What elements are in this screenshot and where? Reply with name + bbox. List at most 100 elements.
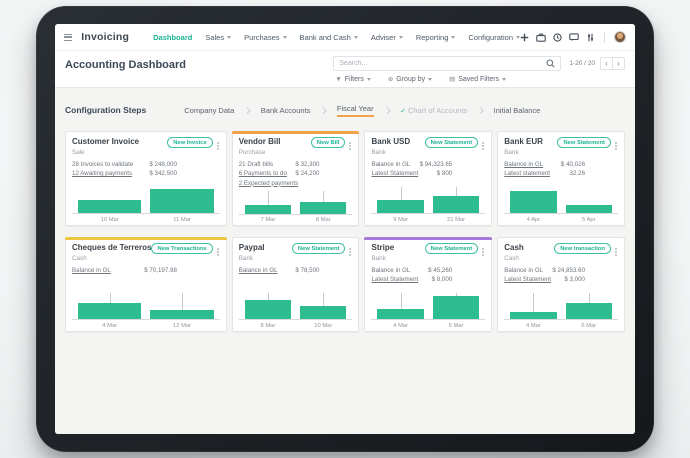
chart-tick-label: 8 Mar <box>300 217 346 223</box>
card-stats: 21 Draft bills$ 32,3006 Payments to do$ … <box>239 160 353 188</box>
kebab-menu-icon[interactable] <box>217 248 219 250</box>
chart-bar[interactable] <box>510 191 556 213</box>
card-stat-row: Balance in GL$ 94,323.65 <box>371 160 485 169</box>
stat-link[interactable]: Balance in GL <box>504 161 543 168</box>
stat-link[interactable]: Balance in GL <box>239 267 278 274</box>
pager-buttons: ‹ › <box>600 57 625 70</box>
filter-filters[interactable]: ▼Filters <box>335 75 371 83</box>
filter-group-by[interactable]: ⊕Group by <box>388 75 432 83</box>
card-subtitle: Purchase <box>239 149 353 156</box>
search-icon[interactable] <box>546 55 555 73</box>
nav-item-reporting[interactable]: Reporting <box>416 33 456 42</box>
config-step-label: Company Data <box>184 106 234 115</box>
card-stats: Balance in GL $ 70,197.98 <box>72 266 220 275</box>
config-step-bank-accounts[interactable]: Bank Accounts <box>261 106 311 115</box>
search-input[interactable] <box>339 60 546 67</box>
bar-slot <box>245 290 291 319</box>
kebab-menu-icon[interactable] <box>615 248 617 250</box>
chart-bar[interactable] <box>433 296 479 319</box>
new-transaction-button[interactable]: New transaction <box>554 243 611 254</box>
app-screen: Invoicing DashboardSalesPurchasesBank an… <box>55 24 635 434</box>
chat-icon[interactable] <box>569 33 579 42</box>
stat-link[interactable]: 12 Awaiting payments <box>72 170 132 177</box>
bar-slot <box>510 184 556 213</box>
kebab-menu-icon[interactable] <box>482 248 484 250</box>
card-stripe: StripeNew StatementBankBalance in GL$ 45… <box>364 237 492 332</box>
filter-saved-filters[interactable]: ▤Saved Filters <box>449 75 506 83</box>
config-step-chart-of-accounts[interactable]: ✓Chart of Accounts <box>400 106 467 115</box>
pager-next-button[interactable]: › <box>612 57 625 70</box>
chart-bar[interactable] <box>300 202 346 214</box>
briefcase-icon[interactable] <box>536 33 546 42</box>
new-bill-button[interactable]: New Bill <box>311 137 346 148</box>
stat-link[interactable]: Balance in GL <box>72 267 111 274</box>
stat-link[interactable]: Latest Statement <box>371 276 418 283</box>
config-step-fiscal-year[interactable]: Fiscal Year <box>337 104 374 117</box>
chart-bar[interactable] <box>78 303 141 319</box>
stat-value: 32.26 <box>570 169 585 178</box>
new-transactions-button[interactable]: New Transactions <box>151 243 212 254</box>
nav-item-dashboard[interactable]: Dashboard <box>153 33 192 42</box>
config-step-label: Bank Accounts <box>261 106 311 115</box>
chart-axis-labels: 9 Mar21 Mar <box>371 214 485 225</box>
card-stats: Balance in GL$ 45,260Latest Statement$ 8… <box>371 266 485 285</box>
card-stat-row: Balance in GL $ 70,197.98 <box>72 266 220 275</box>
new-statement-button[interactable]: New Statement <box>425 243 479 254</box>
chart-bar[interactable] <box>377 200 423 213</box>
nav-item-configuration[interactable]: Configuration <box>468 33 520 42</box>
chart-bar[interactable] <box>245 300 291 319</box>
stat-link[interactable]: Latest Statement <box>504 276 551 283</box>
config-step-company-data[interactable]: Company Data <box>184 106 234 115</box>
filter-label: Group by <box>396 76 425 83</box>
new-statement-button[interactable]: New Statement <box>557 137 611 148</box>
menu-icon[interactable] <box>64 34 72 41</box>
chart-axis-labels: 4 Mar12 Mar <box>72 320 220 331</box>
stat-label: 28 Invoices to validate <box>72 161 133 168</box>
stat-link[interactable]: 6 Payments to do <box>239 170 287 177</box>
stat-link[interactable]: Latest statement <box>504 170 550 177</box>
card-stat-row: 2 Expected payments <box>239 179 353 188</box>
new-invoice-button[interactable]: New Invoice <box>167 137 213 148</box>
card-cheques-de-terreros: Cheques de TerrerosNew TransactionsCashB… <box>65 237 227 332</box>
nav-item-bank-and-cash[interactable]: Bank and Cash <box>300 33 358 42</box>
chevron-down-icon <box>354 36 358 39</box>
kebab-menu-icon[interactable] <box>482 142 484 144</box>
chart-axis-labels: 10 Mar11 Mar <box>72 214 220 225</box>
kebab-menu-icon[interactable] <box>615 142 617 144</box>
chart-bar[interactable] <box>78 200 141 213</box>
card-title: Customer Invoice <box>72 137 139 146</box>
card-subtitle: Bank <box>504 149 618 156</box>
stat-link[interactable]: 2 Expected payments <box>239 180 299 187</box>
stat-link[interactable]: Latest Statement <box>371 170 418 177</box>
user-avatar[interactable] <box>614 31 626 43</box>
chart-bar[interactable] <box>433 196 479 213</box>
new-statement-button[interactable]: New Statement <box>425 137 479 148</box>
configuration-steps-bar: Configuration Steps Company DataBank Acc… <box>65 98 625 122</box>
clock-icon[interactable] <box>553 33 562 42</box>
chart-tick-label: 10 Mar <box>78 217 141 223</box>
card-title: Cheques de Terreros <box>72 243 151 252</box>
nav-item-purchases[interactable]: Purchases <box>244 33 286 42</box>
tablet-frame: Invoicing DashboardSalesPurchasesBank an… <box>36 6 654 452</box>
stat-value: $ 70,197.98 <box>144 266 177 275</box>
chart-bar[interactable] <box>377 309 423 319</box>
chart-bar[interactable] <box>300 306 346 319</box>
chart-bar[interactable] <box>510 312 556 319</box>
new-statement-button[interactable]: New Statement <box>292 243 346 254</box>
card-bank-usd: Bank USDNew StatementBankBalance in GL$ … <box>364 131 492 226</box>
nav-divider <box>604 32 605 43</box>
kebab-menu-icon[interactable] <box>349 142 351 144</box>
kebab-menu-icon[interactable] <box>349 248 351 250</box>
chart-bar[interactable] <box>245 205 291 214</box>
plus-icon[interactable] <box>520 33 529 42</box>
chart-bar[interactable] <box>566 205 612 213</box>
nav-item-adviser[interactable]: Adviser <box>371 33 403 42</box>
nav-item-sales[interactable]: Sales <box>205 33 231 42</box>
sliders-icon[interactable] <box>586 33 595 42</box>
config-step-initial-balance[interactable]: Initial Balance <box>494 106 541 115</box>
kebab-menu-icon[interactable] <box>217 142 219 144</box>
bar-slot <box>245 188 291 214</box>
chart-bar[interactable] <box>150 310 213 319</box>
chart-bar[interactable] <box>566 303 612 319</box>
chart-bar[interactable] <box>150 189 213 213</box>
